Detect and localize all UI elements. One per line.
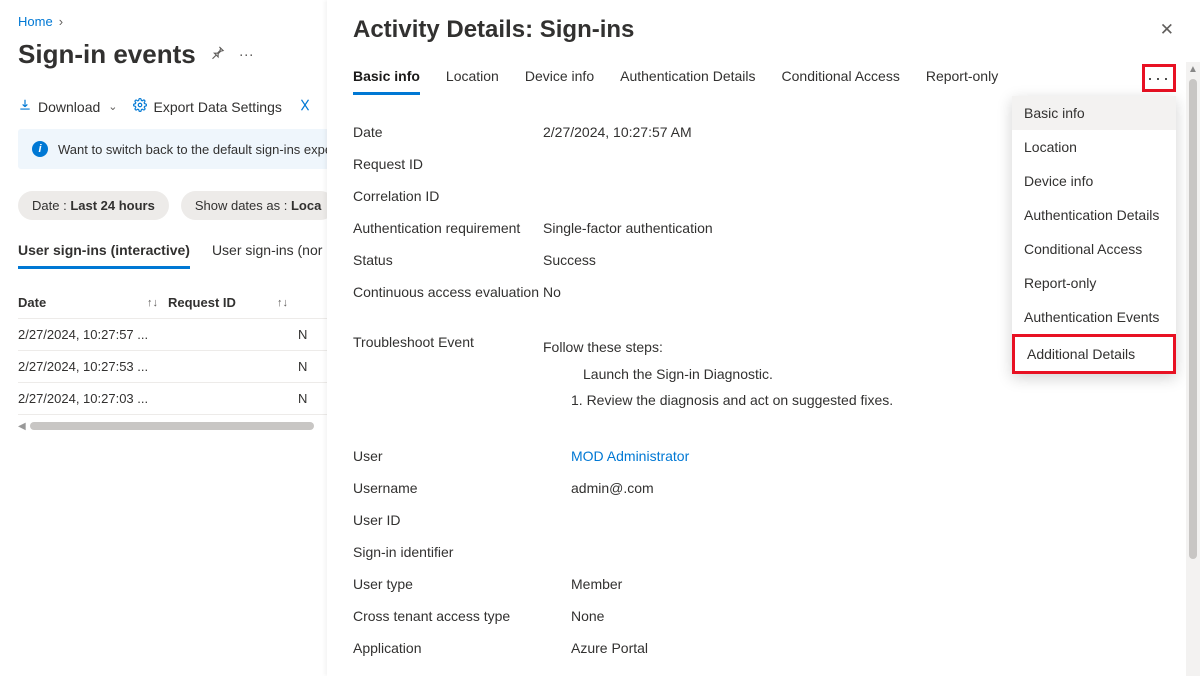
menu-item-basic-info[interactable]: Basic info [1012,96,1176,130]
label-date: Date [353,124,543,140]
download-icon [18,98,32,115]
close-icon[interactable]: ✕ [1160,20,1174,40]
table-row[interactable]: 2/27/2024, 10:27:03 ... N [18,383,328,415]
panel-title: Activity Details: Sign-ins [353,16,634,44]
menu-item-conditional-access[interactable]: Conditional Access [1012,232,1176,266]
tab-auth-details[interactable]: Authentication Details [620,68,755,95]
label-auth-req: Authentication requirement [353,220,543,236]
label-application: Application [353,640,543,656]
tab-device-info[interactable]: Device info [525,68,594,95]
tab-report-only[interactable]: Report-only [926,68,998,95]
vertical-scrollbar[interactable]: ▲ [1186,62,1200,676]
sort-icon[interactable]: ↑↓ [147,297,158,309]
tab-basic-info[interactable]: Basic info [353,68,420,95]
label-user-type: User type [353,576,543,592]
activity-details-panel: Activity Details: Sign-ins ✕ Basic info … [327,0,1200,676]
breadcrumb-separator: › [59,14,63,29]
filter-show-dates[interactable]: Show dates as : Loca [181,191,335,220]
tool-icon[interactable] [298,98,312,115]
menu-item-report-only[interactable]: Report-only [1012,266,1176,300]
sort-icon[interactable]: ↑↓ [277,297,288,309]
menu-item-auth-events[interactable]: Authentication Events [1012,300,1176,334]
more-icon[interactable]: ··· [239,46,254,63]
col-date[interactable]: Date [18,295,46,310]
tab-conditional-access[interactable]: Conditional Access [782,68,900,95]
menu-item-additional-details[interactable]: Additional Details [1012,334,1176,374]
menu-item-device-info[interactable]: Device info [1012,164,1176,198]
label-user: User [353,448,543,464]
col-request-id[interactable]: Request ID [168,295,236,310]
label-troubleshoot: Troubleshoot Event [353,334,543,414]
label-cross-tenant: Cross tenant access type [353,608,543,624]
ellipsis-icon: ··· [1147,68,1171,89]
filter-date[interactable]: Date : Last 24 hours [18,191,169,220]
download-button[interactable]: Download ⌄ [18,98,117,115]
subtab-noninteractive[interactable]: User sign-ins (nor [212,242,322,269]
page-title: Sign-in events [18,39,196,70]
label-user-id: User ID [353,512,543,528]
menu-item-location[interactable]: Location [1012,130,1176,164]
horizontal-scrollbar[interactable]: ◀ [18,421,318,431]
subtab-interactive[interactable]: User sign-ins (interactive) [18,242,190,269]
label-request-id: Request ID [353,156,543,172]
label-cae: Continuous access evaluation [353,284,543,300]
label-correlation-id: Correlation ID [353,188,543,204]
chevron-down-icon: ⌄ [108,100,117,113]
label-status: Status [353,252,543,268]
table-row[interactable]: 2/27/2024, 10:27:53 ... N [18,351,328,383]
info-icon: i [32,141,48,157]
panel-tabs: Basic info Location Device info Authenti… [353,68,1174,96]
tabs-overflow-menu: Basic info Location Device info Authenti… [1012,96,1176,374]
menu-item-auth-details[interactable]: Authentication Details [1012,198,1176,232]
gear-icon [133,98,147,115]
user-link[interactable]: MOD Administrator [543,448,1174,464]
label-username: Username [353,480,543,496]
export-settings-button[interactable]: Export Data Settings [133,98,281,115]
tab-location[interactable]: Location [446,68,499,95]
label-signin-identifier: Sign-in identifier [353,544,543,560]
signins-table: Date ↑↓ Request ID ↑↓ 2/27/2024, 10:27:5… [18,287,328,431]
more-tabs-button[interactable]: ··· [1142,64,1176,92]
breadcrumb-home[interactable]: Home [18,14,53,29]
pin-icon[interactable] [210,45,225,64]
table-row[interactable]: 2/27/2024, 10:27:57 ... N [18,319,328,351]
